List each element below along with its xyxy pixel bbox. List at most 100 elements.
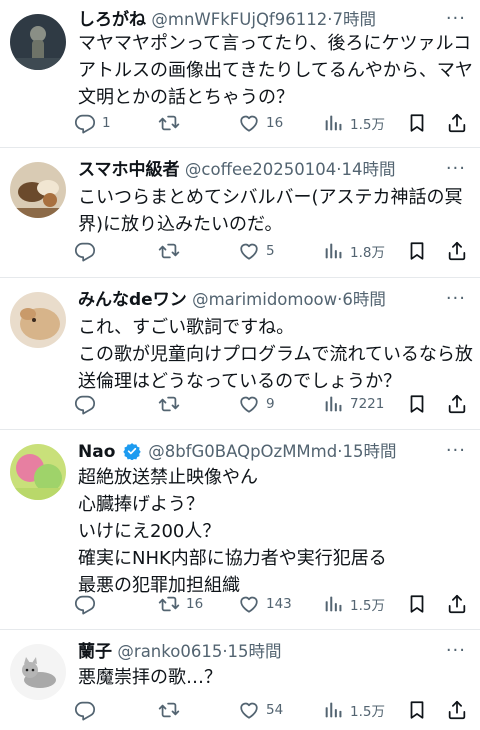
bookmark-icon — [406, 593, 428, 615]
timestamp[interactable]: ·6時間 — [337, 290, 386, 309]
views-count: 1.8万 — [350, 245, 385, 261]
tweet-actions: 1 16 1.5万 — [74, 108, 474, 138]
user-name[interactable]: スマホ中級者 — [78, 160, 180, 180]
tweet[interactable]: 蘭子 @ranko0615·15時間 ··· 悪魔崇拝の歌…？ 54 1.5万 — [0, 630, 480, 730]
reply-count: 1 — [102, 115, 111, 131]
retweet-icon — [158, 112, 180, 134]
retweet-button[interactable]: 16 — [158, 589, 203, 619]
views-count: 1.5万 — [350, 598, 385, 614]
bookmark-button[interactable] — [406, 108, 428, 138]
share-button[interactable] — [446, 389, 468, 419]
like-count: 9 — [266, 396, 275, 412]
tweet-text: 超絶放送禁止映像やん 心臓捧げよう？ いけにえ200人？ 確実にNHK内部に協力… — [78, 464, 462, 599]
reply-icon — [74, 112, 96, 134]
more-icon[interactable]: ··· — [446, 440, 466, 461]
user-handle[interactable]: @marimidomoow — [192, 290, 337, 309]
tweet-text-line: これ、すごい歌詞ですね。 — [78, 317, 295, 338]
avatar[interactable] — [10, 292, 66, 348]
views-icon — [322, 593, 344, 615]
retweet-button[interactable] — [158, 389, 186, 419]
bookmark-icon — [406, 112, 428, 134]
tweet[interactable]: スマホ中級者 @coffee20250104·14時間 ··· こいつらまとめて… — [0, 148, 480, 278]
reply-button[interactable] — [74, 695, 102, 725]
more-icon[interactable]: ··· — [446, 158, 466, 179]
share-icon — [446, 699, 468, 721]
share-button[interactable] — [446, 695, 468, 725]
tweet-actions: 54 1.5万 — [74, 695, 474, 725]
retweet-button[interactable] — [158, 695, 186, 725]
bookmark-button[interactable] — [406, 695, 428, 725]
bookmark-button[interactable] — [406, 236, 428, 266]
user-name[interactable]: しろがね — [78, 10, 146, 30]
like-button[interactable]: 54 — [238, 695, 283, 725]
user-handle[interactable]: @mnWFkFUjQf96112 — [151, 10, 327, 29]
share-icon — [446, 393, 468, 415]
like-button[interactable]: 5 — [238, 236, 275, 266]
user-name[interactable]: Nao — [78, 442, 115, 462]
timestamp[interactable]: ·7時間 — [327, 10, 376, 29]
like-button[interactable]: 9 — [238, 389, 275, 419]
bookmark-icon — [406, 240, 428, 262]
more-icon[interactable]: ··· — [446, 8, 466, 29]
user-handle[interactable]: @ranko0615 — [117, 642, 222, 661]
like-button[interactable]: 143 — [238, 589, 292, 619]
timestamp[interactable]: ·15時間 — [222, 642, 281, 661]
tweet-text-line: アトルスの画像出てきたりしてるんやから、マヤ — [78, 60, 473, 81]
retweet-button[interactable] — [158, 236, 186, 266]
user-handle[interactable]: @8bfG0BAQpOzMMmd — [148, 442, 337, 461]
avatar[interactable] — [10, 14, 66, 70]
tweet-text-line: マヤマヤポンって言ってたり、後ろにケツァルコ — [78, 33, 472, 54]
tweet-text-line: 確実にNHK内部に協力者や実行犯居る — [78, 548, 387, 569]
share-button[interactable] — [446, 236, 468, 266]
tweet-header: 蘭子 @ranko0615·15時間 — [78, 640, 470, 664]
tweet-text: こいつらまとめてシバルバー(アステカ神話の冥 界)に放り込みたいのだ。 — [78, 184, 462, 238]
share-icon — [446, 240, 468, 262]
share-button[interactable] — [446, 589, 468, 619]
views-count: 1.5万 — [350, 117, 385, 133]
timestamp[interactable]: ·15時間 — [337, 442, 396, 461]
user-handle[interactable]: @coffee20250104 — [185, 160, 336, 179]
retweet-icon — [158, 593, 180, 615]
reply-button[interactable] — [74, 389, 102, 419]
views-button[interactable]: 7221 — [322, 389, 384, 419]
reply-icon — [74, 699, 96, 721]
bookmark-button[interactable] — [406, 389, 428, 419]
tweet-text: これ、すごい歌詞ですね。 この歌が児童向けプログラムで流れているなら放 送倫理は… — [78, 314, 473, 395]
tweet-text-line: いけにえ200人？ — [78, 521, 221, 542]
tweet[interactable]: みんなdeワン @marimidomoow·6時間 ··· これ、すごい歌詞です… — [0, 278, 480, 430]
timestamp[interactable]: ·14時間 — [336, 160, 395, 179]
like-button[interactable]: 16 — [238, 108, 283, 138]
views-button[interactable]: 1.8万 — [322, 236, 385, 266]
avatar[interactable] — [10, 444, 66, 500]
tweet-text: マヤマヤポンって言ってたり、後ろにケツァルコ アトルスの画像出てきたりしてるんや… — [78, 30, 473, 111]
more-icon[interactable]: ··· — [446, 288, 466, 309]
reply-icon — [74, 393, 96, 415]
reply-button[interactable]: 1 — [74, 108, 111, 138]
more-icon[interactable]: ··· — [446, 640, 466, 661]
retweet-button[interactable] — [158, 108, 186, 138]
like-count: 143 — [266, 596, 292, 612]
tweet-actions: 9 7221 — [74, 389, 474, 419]
views-button[interactable]: 1.5万 — [322, 589, 385, 619]
reply-button[interactable] — [74, 236, 102, 266]
tweet[interactable]: Nao @8bfG0BAQpOzMMmd·15時間 ··· 超絶放送禁止映像やん… — [0, 430, 480, 630]
retweet-count: 16 — [186, 596, 204, 612]
user-name[interactable]: みんなdeワン — [78, 290, 187, 310]
tweet[interactable]: しろがね @mnWFkFUjQf96112·7時間 ··· マヤマヤポンって言っ… — [0, 0, 480, 148]
reply-icon — [74, 240, 96, 262]
views-icon — [322, 240, 344, 262]
reply-icon — [74, 593, 96, 615]
share-button[interactable] — [446, 108, 468, 138]
user-name[interactable]: 蘭子 — [78, 642, 112, 662]
tweet-text-line: 心臓捧げよう？ — [78, 494, 204, 515]
avatar[interactable] — [10, 162, 66, 218]
bookmark-button[interactable] — [406, 589, 428, 619]
avatar[interactable] — [10, 644, 66, 700]
retweet-icon — [158, 393, 180, 415]
tweet-actions: 5 1.8万 — [74, 236, 474, 266]
tweet-text-line: 文明とかの話とちゃうの？ — [78, 87, 294, 108]
views-button[interactable]: 1.5万 — [322, 695, 385, 725]
like-icon — [238, 699, 260, 721]
views-button[interactable]: 1.5万 — [322, 108, 385, 138]
reply-button[interactable] — [74, 589, 102, 619]
